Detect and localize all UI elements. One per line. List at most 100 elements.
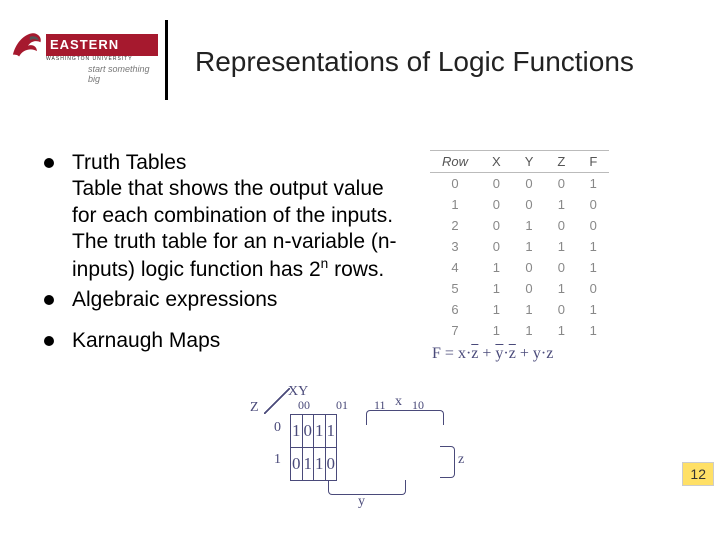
kmap-group-x-label: x — [395, 394, 402, 410]
table-cell: 0 — [577, 278, 609, 299]
header-divider — [165, 20, 168, 100]
table-cell: 1 — [577, 320, 609, 341]
table-cell: 0 — [430, 173, 480, 195]
kmap-row-var-label: Z — [250, 400, 259, 416]
table-cell: 7 — [430, 320, 480, 341]
table-cell: 0 — [545, 299, 577, 320]
bullet-text: Algebraic expressions — [72, 287, 277, 313]
alg-t1a: x — [458, 345, 466, 362]
logo-main-text: EASTERN — [46, 34, 158, 56]
table-cell: 2 — [430, 215, 480, 236]
bullet-icon — [44, 336, 54, 346]
table-cell: 1 — [480, 257, 513, 278]
table-cell: 0 — [577, 215, 609, 236]
table-row: 30111 — [430, 236, 609, 257]
kmap-cell: 1 — [325, 415, 337, 448]
table-cell: 1 — [577, 173, 609, 195]
table-cell: 5 — [430, 278, 480, 299]
th-y: Y — [513, 151, 546, 173]
bullet-text: Karnaugh Maps — [72, 328, 220, 354]
bullet-1-title: Truth Tables — [72, 151, 186, 174]
alg-t2a: y — [495, 345, 503, 362]
slide: { "logo": { "main": "EASTERN", "sub": "W… — [0, 0, 720, 540]
table-row: 61101 — [430, 299, 609, 320]
table-cell: 1 — [513, 215, 546, 236]
bullet-icon — [44, 158, 54, 168]
table-row: 20100 — [430, 215, 609, 236]
kmap-cell: 0 — [325, 448, 337, 481]
table-cell: 0 — [480, 194, 513, 215]
table-cell: 3 — [430, 236, 480, 257]
table-cell: 0 — [545, 257, 577, 278]
bullet-icon — [44, 295, 54, 305]
alg-eq: = — [445, 345, 454, 362]
kmap-cell: 0 — [302, 415, 314, 448]
kmap-col-01: 01 — [336, 398, 348, 413]
table-cell: 1 — [545, 278, 577, 299]
kmap-group-y-label: y — [358, 494, 365, 510]
kmap-group-y-bracket — [328, 480, 406, 495]
alg-t3b: z — [546, 345, 553, 362]
table-cell: 6 — [430, 299, 480, 320]
table-cell: 1 — [577, 299, 609, 320]
table-cell: 1 — [513, 236, 546, 257]
table-cell: 0 — [513, 173, 546, 195]
table-cell: 0 — [577, 194, 609, 215]
table-cell: 0 — [545, 215, 577, 236]
table-cell: 0 — [545, 173, 577, 195]
table-cell: 1 — [545, 236, 577, 257]
alg-t1b: z — [471, 345, 478, 362]
table-cell: 1 — [480, 320, 513, 341]
bullet-text: Truth Tables Table that shows the output… — [72, 150, 412, 283]
alg-plus2: + — [520, 345, 529, 362]
table-cell: 4 — [430, 257, 480, 278]
kmap-group-x-bracket — [366, 410, 444, 425]
alg-plus1: + — [482, 345, 491, 362]
page-number: 12 — [682, 462, 714, 486]
kmap-cell: 0 — [291, 448, 303, 481]
table-cell: 0 — [513, 257, 546, 278]
table-row: 71111 — [430, 320, 609, 341]
truth-table-header-row: Row X Y Z F — [430, 151, 609, 173]
table-cell: 0 — [480, 236, 513, 257]
alg-t3a: y — [533, 345, 541, 362]
slide-title: Representations of Logic Functions — [195, 46, 634, 78]
kmap-cell: 1 — [314, 415, 326, 448]
kmap-cell: 1 — [314, 448, 326, 481]
table-cell: 1 — [577, 236, 609, 257]
table-row: 41001 — [430, 257, 609, 278]
th-row: Row — [430, 151, 480, 173]
table-row: 00001 — [430, 173, 609, 195]
kmap-cell: 1 — [302, 448, 314, 481]
table-row: 10010 — [430, 194, 609, 215]
th-x: X — [480, 151, 513, 173]
table-row: 51010 — [430, 278, 609, 299]
kmap-cell: 1 — [291, 415, 303, 448]
table-cell: 1 — [430, 194, 480, 215]
algebraic-expression: F = x·z + y·z + y·z — [432, 345, 553, 363]
university-logo: EASTERN WASHINGTON UNIVERSITY start some… — [10, 30, 160, 85]
kmap-corner-diagonal — [264, 388, 290, 414]
kmap-col-00: 00 — [298, 398, 310, 413]
kmap-group-z-label: z — [458, 452, 464, 468]
kmap-group-z-bracket — [440, 446, 455, 478]
table-cell: 0 — [513, 278, 546, 299]
table-cell: 0 — [480, 215, 513, 236]
kmap-row-1: 1 — [274, 452, 281, 468]
eagle-icon — [10, 28, 46, 60]
th-f: F — [577, 151, 609, 173]
table-cell: 1 — [545, 194, 577, 215]
bullet-1-tail: rows. — [328, 258, 384, 281]
slide-header: EASTERN WASHINGTON UNIVERSITY start some… — [0, 0, 720, 110]
truth-table: Row X Y Z F 0000110010201003011141001510… — [430, 150, 609, 341]
table-cell: 0 — [513, 194, 546, 215]
table-cell: 1 — [577, 257, 609, 278]
table-cell: 1 — [480, 278, 513, 299]
table-cell: 0 — [480, 173, 513, 195]
kmap-row-0: 0 — [274, 420, 281, 436]
alg-F: F — [432, 345, 441, 362]
table-cell: 1 — [513, 299, 546, 320]
table-cell: 1 — [480, 299, 513, 320]
kmap-grid: 1 0 1 1 0 1 1 0 — [290, 414, 337, 481]
table-cell: 1 — [513, 320, 546, 341]
